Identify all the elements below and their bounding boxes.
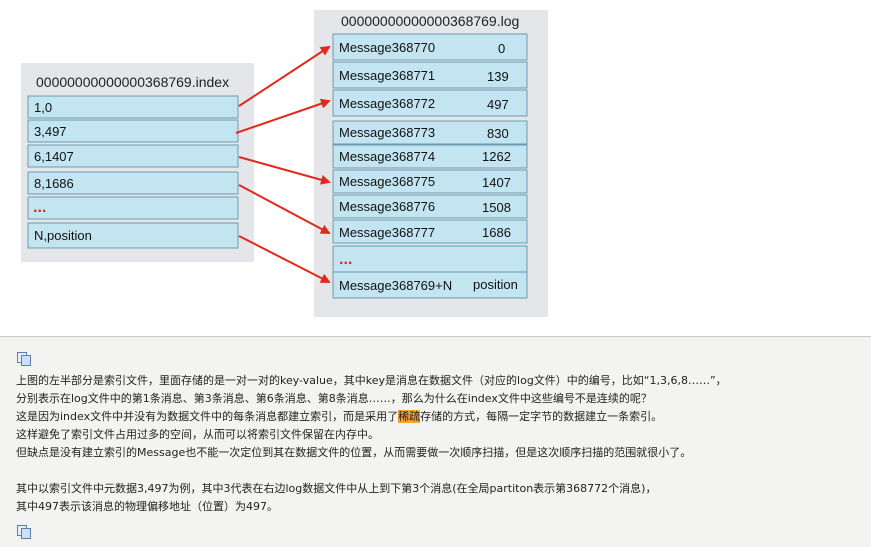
log-row-ellipsis: ... [339,251,352,268]
log-row-position: 1262 [482,149,511,164]
log-row-position: position [473,277,518,292]
log-rows: Message368770 0 Message368771 139 Messag… [332,33,528,299]
log-row-position: 0 [498,41,505,56]
description-line: 这样避免了索引文件占用过多的空间，从而可以将索引文件保留在内存中。 [16,428,379,441]
copy-icon[interactable] [17,352,31,366]
log-row-message: Message368775 [339,174,435,189]
index-row-text: 6,1407 [34,149,74,164]
description-line: 其中以索引文件中元数据3,497为例，其中3代表在右边log数据文件中从上到下第… [16,482,657,495]
log-file-title: 00000000000000368769.log [341,13,519,29]
log-row-message: Message368772 [339,96,435,111]
description-line: 上图的左半部分是索引文件，里面存储的是一对一对的key-value，其中key是… [16,374,727,387]
index-row [27,196,239,220]
index-row-text: N,position [34,228,92,243]
index-file-title: 00000000000000368769.index [36,74,229,90]
log-row-message: Message368774 [339,149,435,164]
index-row-ellipsis: ... [33,199,46,216]
index-row-text: 8,1686 [34,176,74,191]
index-row-text: 1,0 [34,100,52,115]
log-row-message: Message368777 [339,225,435,240]
description-text: 这是因为index文件中并没有为数据文件中的每条消息都建立索引，而是采用了 [16,410,399,423]
log-row-position: 830 [487,126,509,141]
log-row-position: 1508 [482,200,511,215]
description-line: 分别表示在log文件中的第1条消息、第3条消息、第6条消息、第8条消息……，那么… [16,392,652,405]
index-log-diagram: 00000000000000368769.index 1,0 3,497 6,1… [21,10,548,317]
log-row-position: 1686 [482,225,511,240]
log-row-message: Message368771 [339,68,435,83]
log-row-position: 139 [487,69,509,84]
log-row-position: 497 [487,97,509,112]
copy-icon[interactable] [17,525,31,539]
highlighted-term: 稀疏 [398,410,421,423]
log-row-position: 1407 [482,175,511,190]
description-text: 存储的方式，每隔一定字节的数据建立一条索引。 [420,410,663,423]
description-line: 其中497表示该消息的物理偏移地址（位置）为497。 [16,500,278,513]
index-row [27,95,239,119]
log-row-message: Message368776 [339,199,435,214]
index-row-text: 3,497 [34,124,67,139]
log-row-message: Message368769+N [339,278,452,293]
log-row [332,245,528,273]
description-panel: 上图的左半部分是索引文件，里面存储的是一对一对的key-value，其中key是… [0,336,871,547]
description-line: 这是因为index文件中并没有为数据文件中的每条消息都建立索引，而是采用了稀疏存… [16,409,662,425]
log-row-message: Message368770 [339,40,435,55]
description-line: 但缺点是没有建立索引的Message也不能一次定位到其在数据文件的位置，从而需要… [16,446,692,459]
log-row-message: Message368773 [339,125,435,140]
